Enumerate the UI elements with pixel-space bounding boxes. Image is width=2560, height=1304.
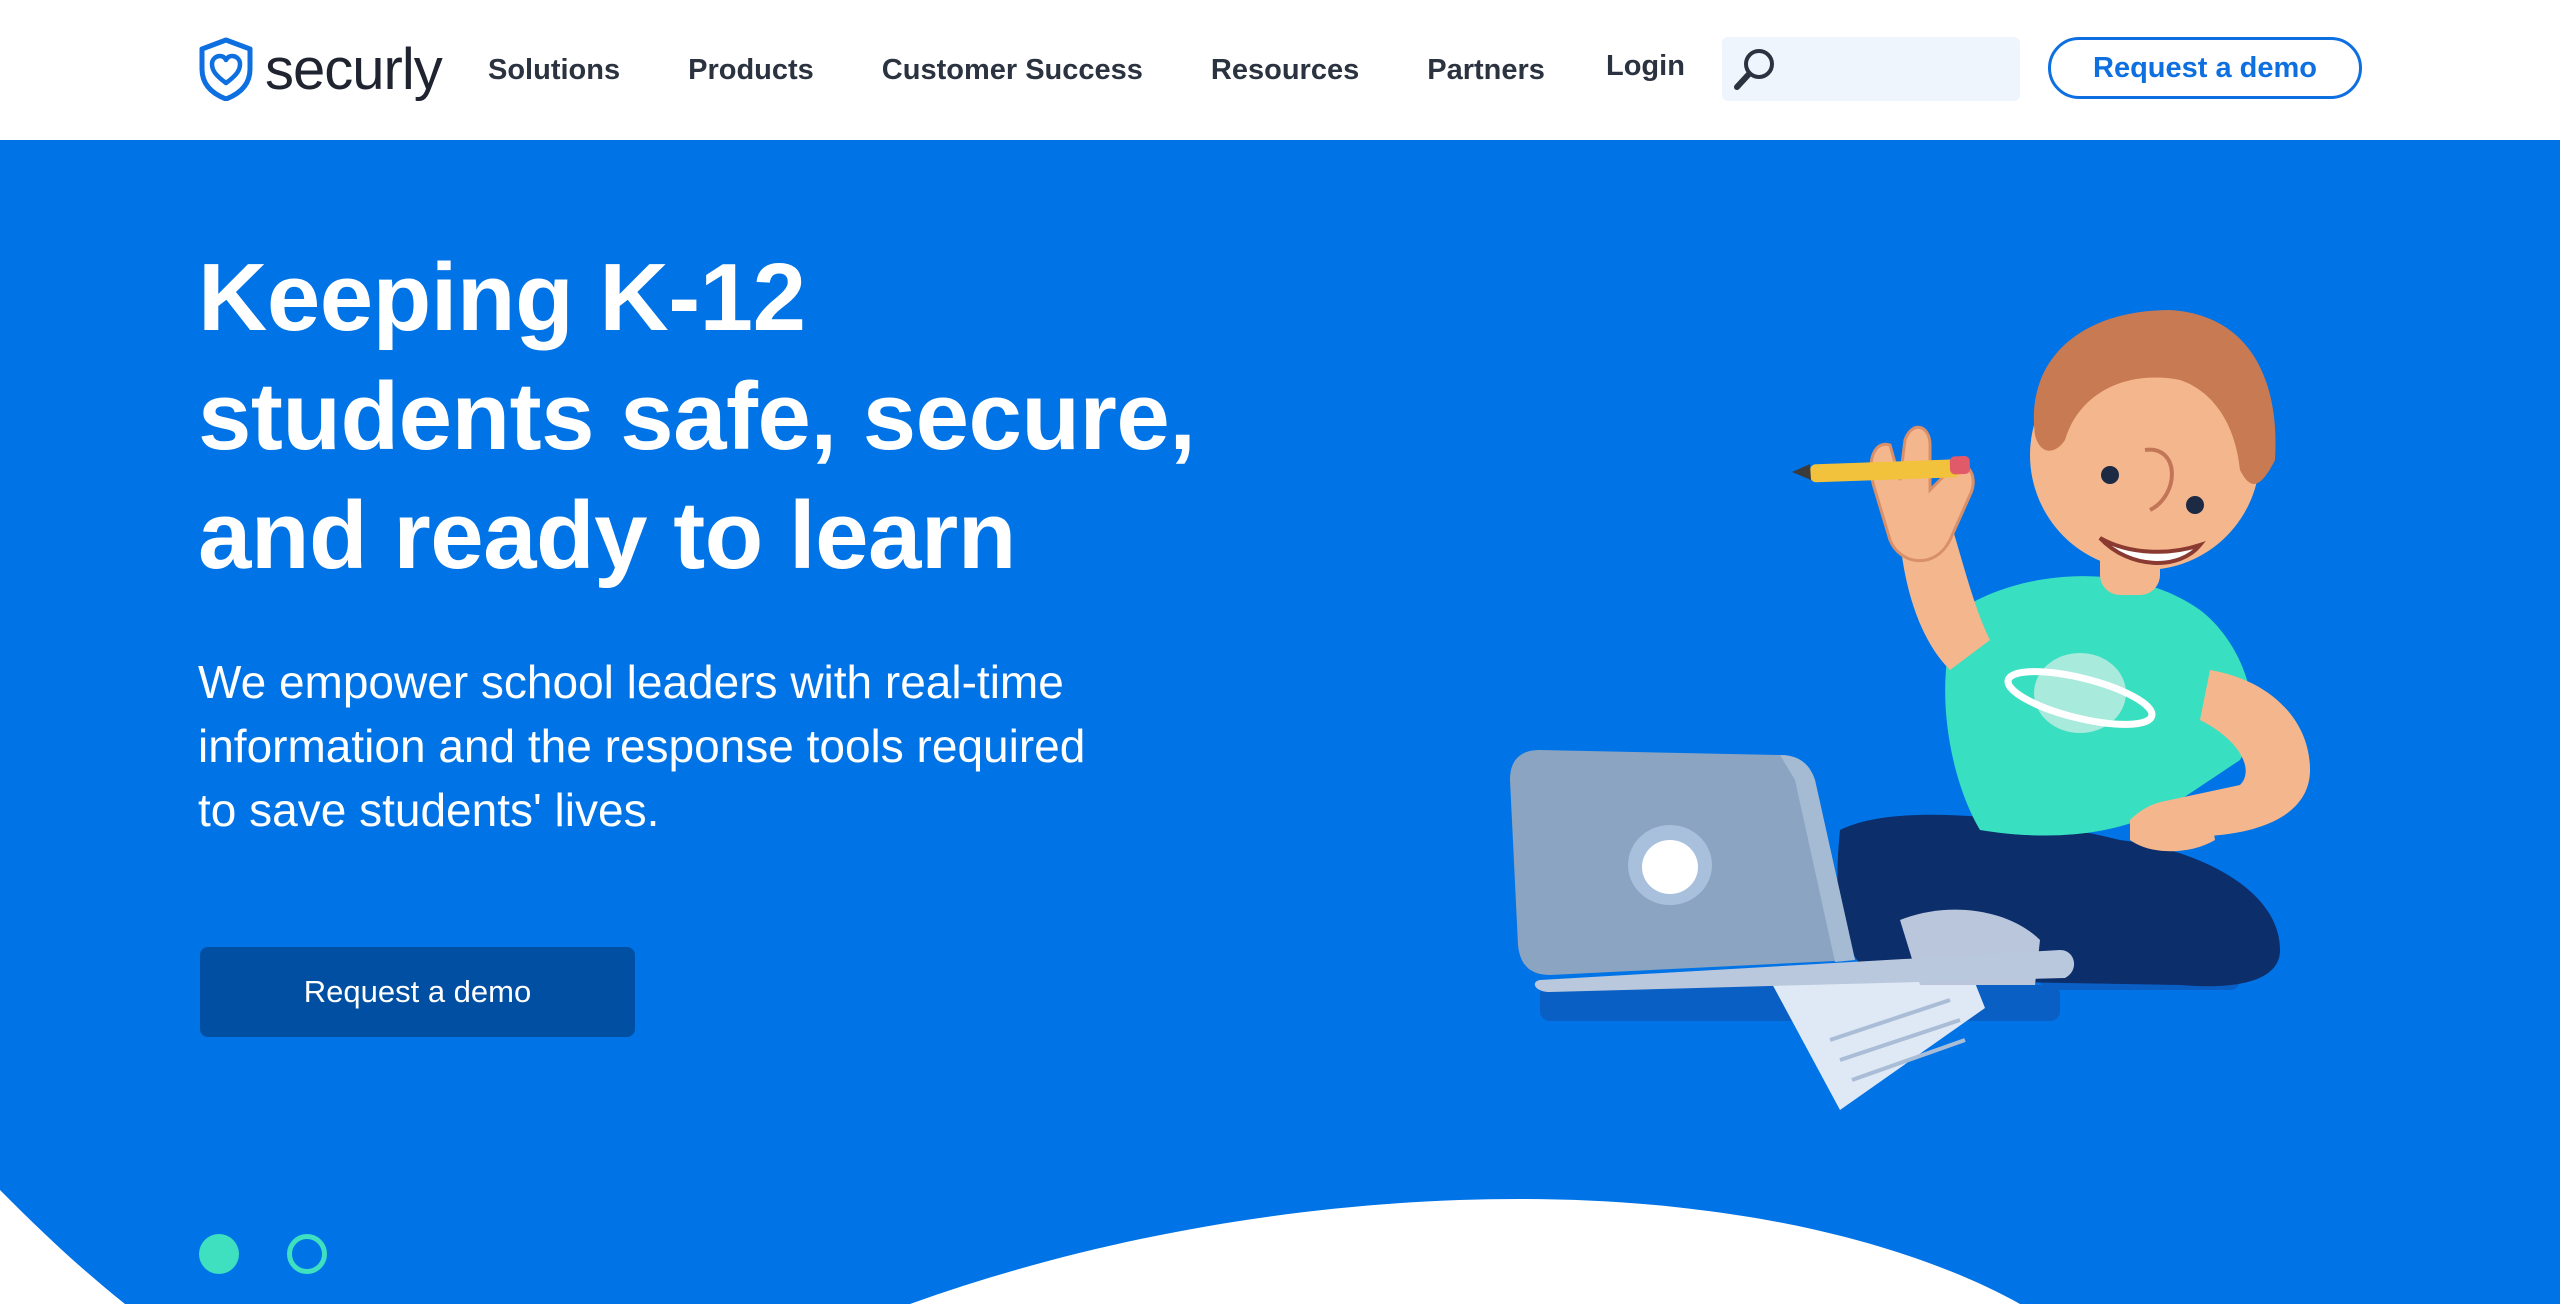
- request-demo-header-button[interactable]: Request a demo: [2048, 37, 2362, 99]
- hero-subtitle: We empower school leaders with real-time…: [198, 650, 1298, 842]
- hero-title-line: students safe, secure,: [198, 363, 1196, 470]
- nav-item-resources[interactable]: Resources: [1211, 54, 1359, 87]
- hero-title-line: and ready to learn: [198, 482, 1016, 589]
- hero-title: Keeping K-12 students safe, secure, and …: [198, 238, 1348, 595]
- main-nav: Solutions Products Customer Success Reso…: [488, 0, 1613, 140]
- nav-item-partners[interactable]: Partners: [1427, 54, 1545, 87]
- nav-item-products[interactable]: Products: [688, 54, 814, 87]
- shield-heart-icon: [199, 37, 253, 101]
- logo-link[interactable]: securly: [197, 36, 443, 102]
- login-link[interactable]: Login: [1606, 50, 1685, 83]
- logo-wordmark: securly: [265, 36, 443, 102]
- nav-item-customer-success[interactable]: Customer Success: [882, 54, 1143, 87]
- hero-subtitle-line: to save students' lives.: [198, 784, 660, 836]
- hero-section: Keeping K-12 students safe, secure, and …: [0, 140, 2560, 1304]
- site-header: securly Solutions Products Customer Succ…: [0, 0, 2560, 140]
- student-with-laptop-illustration: [1510, 310, 2310, 1110]
- request-demo-hero-button[interactable]: Request a demo: [200, 947, 635, 1037]
- carousel-dot-active[interactable]: [199, 1234, 239, 1274]
- search-icon[interactable]: [1730, 44, 1780, 94]
- carousel-dot[interactable]: [287, 1234, 327, 1274]
- nav-item-solutions[interactable]: Solutions: [488, 54, 620, 87]
- search-input[interactable]: [1792, 37, 2016, 103]
- hero-subtitle-line: information and the response tools requi…: [198, 720, 1086, 772]
- hero-title-line: Keeping K-12: [198, 244, 806, 351]
- hero-subtitle-line: We empower school leaders with real-time: [198, 656, 1064, 708]
